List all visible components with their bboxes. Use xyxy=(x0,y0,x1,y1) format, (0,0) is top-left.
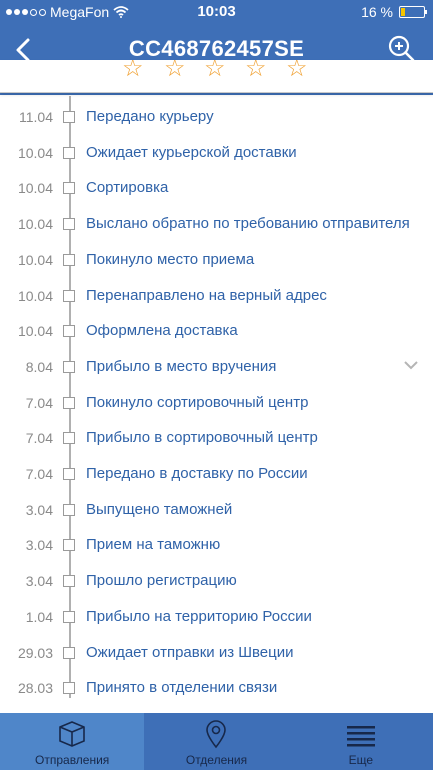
tab-more[interactable]: Еще xyxy=(289,713,433,770)
zoom-in-icon[interactable] xyxy=(387,34,415,62)
timeline-marker xyxy=(63,432,75,445)
list-item[interactable]: 3.04 Прошло регистрацию xyxy=(0,564,433,600)
star-icon[interactable]: ☆ xyxy=(204,60,226,83)
event-date: 7.04 xyxy=(25,430,53,447)
event-date: 3.04 xyxy=(25,501,53,518)
list-item[interactable]: 1.04 Прибыло на территорию России xyxy=(0,600,433,636)
event-label[interactable]: Передано курьеру xyxy=(86,108,214,125)
event-label[interactable]: Сортировка xyxy=(86,179,168,196)
event-date: 29.03 xyxy=(17,644,53,661)
event-label[interactable]: Принято в отделении связи xyxy=(86,679,277,696)
list-item[interactable]: 10.04 Ожидает курьерской доставки xyxy=(0,136,433,172)
list-item[interactable]: 10.04 Покинуло место приема xyxy=(0,243,433,279)
event-label[interactable]: Перенаправлено на верный адрес xyxy=(86,287,327,304)
list-item[interactable]: 10.04 Оформлена доставка xyxy=(0,314,433,350)
event-label[interactable]: Прибыло в место вручения xyxy=(86,358,276,375)
event-date: 10.04 xyxy=(17,287,53,304)
chevron-down-icon[interactable] xyxy=(403,360,419,370)
list-item[interactable]: 3.04 Прием на таможню xyxy=(0,528,433,564)
event-label[interactable]: Выпущено таможней xyxy=(86,501,232,518)
timeline-marker xyxy=(63,610,75,623)
event-label[interactable]: Выслано обратно по требованию отправител… xyxy=(86,215,410,232)
list-item[interactable]: 11.04 Передано курьеру xyxy=(0,100,433,136)
event-date: 11.04 xyxy=(19,109,53,125)
list-item[interactable]: 7.04 Прибыло в сортировочный центр xyxy=(0,421,433,457)
list-item[interactable]: 28.03 Принято в отделении связи xyxy=(0,671,433,707)
page-title: CC468762457SE xyxy=(128,36,305,61)
event-date: 10.04 xyxy=(17,251,53,268)
timeline-marker xyxy=(63,468,75,480)
star-icon[interactable]: ☆ xyxy=(245,60,267,83)
timeline-marker xyxy=(63,682,75,695)
tab-shipments[interactable]: Отправления xyxy=(0,713,145,770)
tab-bar: Отправления Отделения Еще xyxy=(0,713,433,770)
event-date: 3.04 xyxy=(25,573,53,590)
event-label[interactable]: Ожидает курьерской доставки xyxy=(86,144,297,161)
event-date: 10.04 xyxy=(17,216,53,233)
event-date: 1.04 xyxy=(25,608,53,625)
tab-offices[interactable]: Отделения xyxy=(144,713,288,770)
event-date: 10.04 xyxy=(17,180,53,197)
list-item[interactable]: 7.04 Покинуло сортировочный центр xyxy=(0,386,433,422)
list-item[interactable]: 8.04 Прибыло в место вручения xyxy=(0,350,433,386)
timeline-marker xyxy=(63,218,75,231)
event-label[interactable]: Покинуло место приема xyxy=(86,251,254,268)
event-date: 7.04 xyxy=(25,394,53,411)
list-item[interactable]: 7.04 Передано в доставку по России xyxy=(0,457,433,493)
timeline-marker xyxy=(63,182,75,195)
list-item[interactable]: 10.04 Сортировка xyxy=(0,171,433,207)
event-date: 7.04 xyxy=(25,466,53,482)
event-label[interactable]: Прошло регистрацию xyxy=(86,572,237,589)
star-icon[interactable]: ☆ xyxy=(122,60,144,83)
battery-icon xyxy=(399,6,427,18)
event-date: 10.04 xyxy=(17,144,53,161)
event-label[interactable]: Прибыло в сортировочный центр xyxy=(86,429,318,446)
battery-group: 16 % xyxy=(361,4,427,20)
event-label[interactable]: Оформлена доставка xyxy=(86,322,238,339)
tab-offices-label: Отделения xyxy=(185,753,248,767)
event-date: 10.04 xyxy=(17,323,53,340)
list-item[interactable]: 10.04 Выслано обратно по требованию отпра… xyxy=(0,207,433,243)
timeline-marker xyxy=(63,253,75,266)
timeline-marker xyxy=(63,575,75,588)
list-item[interactable]: 3.04 Выпущено таможней xyxy=(0,493,433,529)
timeline-marker xyxy=(63,646,75,659)
timeline-marker xyxy=(63,325,75,338)
timeline-marker xyxy=(63,396,75,409)
location-pin-icon xyxy=(206,720,227,749)
timeline-marker xyxy=(63,289,75,302)
event-date: 8.04 xyxy=(25,358,53,375)
event-label[interactable]: Передано в доставку по России xyxy=(86,465,308,482)
timeline-marker xyxy=(63,503,75,516)
timeline-marker xyxy=(63,111,75,123)
star-icon[interactable]: ☆ xyxy=(164,60,186,83)
list-item[interactable]: 29.03 Ожидает отправки из Швеции xyxy=(0,636,433,672)
status-bar: MegaFon 10:03 16 % xyxy=(0,0,433,24)
event-label[interactable]: Прибыло на территорию России xyxy=(86,608,312,625)
package-icon xyxy=(59,721,85,747)
menu-icon xyxy=(346,726,375,747)
list-item[interactable]: 10.04 Перенаправлено на верный адрес xyxy=(0,279,433,315)
event-label[interactable]: Ожидает отправки из Швеции xyxy=(86,644,294,661)
timeline-marker xyxy=(63,360,75,373)
rating-stars[interactable]: ☆ ☆ ☆ ☆ ☆ xyxy=(0,60,433,93)
event-label[interactable]: Прием на таможню xyxy=(86,536,220,553)
tab-more-label: Еще xyxy=(348,753,374,767)
event-date: 3.04 xyxy=(25,537,53,554)
battery-percent: 16 % xyxy=(361,4,393,20)
event-label[interactable]: Покинуло сортировочный центр xyxy=(86,394,308,411)
tab-shipments-label: Отправления xyxy=(35,753,110,767)
timeline-marker xyxy=(63,539,75,552)
star-icon[interactable]: ☆ xyxy=(286,60,308,83)
timeline-marker xyxy=(63,146,75,159)
event-date: 28.03 xyxy=(17,680,53,697)
